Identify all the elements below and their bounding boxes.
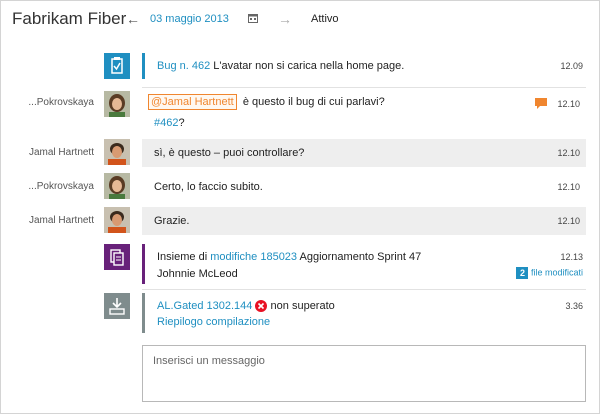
avatar[interactable] — [104, 139, 130, 165]
message-row: @Jamal Hartnett è questo il bug di cui p… — [142, 91, 586, 135]
comment-icon[interactable] — [534, 97, 548, 110]
avatar[interactable] — [104, 91, 130, 117]
prev-day-arrow-icon[interactable]: ← — [126, 11, 140, 27]
timestamp: 3.36 — [565, 301, 583, 311]
status-label: Attivo — [311, 13, 339, 25]
message-row: sì, è questo – puoi controllare? 12.10 — [142, 139, 586, 167]
build-link[interactable]: AL.Gated 1302.144 — [157, 300, 252, 312]
message-text: Certo, lo faccio subito. — [154, 181, 263, 193]
bug-ref-link[interactable]: #462 — [154, 117, 178, 129]
avatar[interactable] — [104, 207, 130, 233]
timestamp: 12.10 — [557, 182, 580, 192]
message-row: Insieme di modifiche 185023 Aggiornament… — [142, 244, 589, 284]
message-text: è questo il bug di cui parlavi? — [242, 96, 385, 108]
build-summary-link[interactable]: Riepilogo compilazione — [157, 316, 270, 328]
date-link[interactable]: 03 maggio 2013 — [150, 13, 229, 25]
message-row: Bug n. 462 L'avatar non si carica nella … — [142, 53, 589, 79]
message-row: AL.Gated 1302.144 non superato Riepilogo… — [142, 293, 589, 333]
sender-name: Jamal Hartnett — [28, 215, 94, 226]
message-row: Certo, lo faccio subito. 12.10 — [142, 173, 586, 201]
message-text: Aggiornamento Sprint 47 — [299, 251, 422, 263]
author-name: Johnnie McLeod — [157, 268, 238, 280]
timestamp: 12.09 — [560, 61, 583, 71]
message-text: Grazie. — [154, 215, 190, 227]
timestamp: 12.10 — [557, 148, 580, 158]
next-day-arrow-icon[interactable]: → — [278, 11, 292, 27]
error-icon — [255, 300, 268, 313]
message-row: Grazie. 12.10 — [142, 207, 586, 235]
changeset-tile-icon[interactable] — [104, 244, 130, 270]
divider — [142, 289, 586, 290]
avatar[interactable] — [104, 173, 130, 199]
timestamp: 12.10 — [557, 99, 580, 109]
changeset-link[interactable]: modifiche 185023 — [210, 251, 297, 263]
sender-name: Jamal Hartnett — [28, 147, 94, 158]
sender-name: ...Pokrovskaya — [28, 97, 94, 108]
message-text: sì, è questo – puoi controllare? — [154, 147, 305, 159]
calendar-icon[interactable] — [248, 13, 258, 23]
message-text: non superato — [270, 300, 335, 312]
files-changed[interactable]: 2 file modificati — [516, 267, 583, 279]
sender-name: ...Pokrovskaya — [28, 181, 94, 192]
bug-tile-icon[interactable] — [104, 53, 130, 79]
files-count-badge: 2 — [516, 267, 529, 279]
divider — [142, 87, 586, 88]
message-composer[interactable] — [142, 345, 586, 402]
message-text: L'avatar non si carica nella home page. — [213, 60, 405, 72]
mention-tag[interactable]: @Jamal Hartnett — [148, 94, 237, 110]
build-tile-icon[interactable] — [104, 293, 130, 319]
timestamp: 12.13 — [560, 252, 583, 262]
header-bar: Fabrikam Fiber ← 03 maggio 2013 → Attivo — [0, 0, 600, 40]
app-title: Fabrikam Fiber — [12, 9, 127, 28]
timestamp: 12.10 — [557, 216, 580, 226]
bug-link[interactable]: Bug n. 462 — [157, 60, 210, 72]
message-input[interactable] — [151, 354, 575, 368]
